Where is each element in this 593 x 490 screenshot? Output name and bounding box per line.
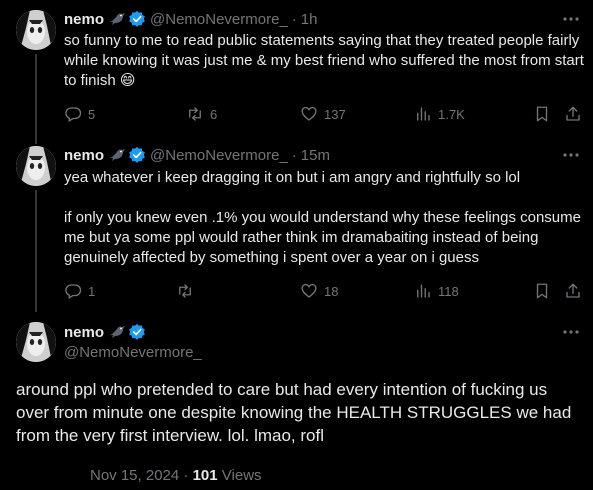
reply-icon xyxy=(65,284,82,299)
bird-emoji-icon xyxy=(108,147,126,163)
repost-icon xyxy=(189,107,201,121)
author-name[interactable]: nemo xyxy=(64,147,104,164)
verified-badge-icon[interactable] xyxy=(128,146,146,164)
reply-icon xyxy=(65,107,82,122)
more-options-icon[interactable] xyxy=(561,322,581,342)
bookmark-button[interactable] xyxy=(533,105,551,123)
verified-badge-icon[interactable] xyxy=(128,323,146,341)
avatar-image-icon xyxy=(16,146,56,186)
repost-button[interactable]: 6 xyxy=(186,105,217,123)
reply-count: 1 xyxy=(88,283,96,299)
timestamp[interactable]: 1h xyxy=(301,11,318,28)
avatar[interactable] xyxy=(16,322,56,362)
share-icon xyxy=(566,106,580,121)
author-name[interactable]: nemo xyxy=(64,11,104,28)
post-date[interactable]: Nov 15, 2024 xyxy=(90,467,179,484)
tweet-meta: Nov 15, 2024 · 101 Views xyxy=(90,467,262,484)
tweet-header: nemo @NemoNevermore_ · 15m xyxy=(64,145,330,165)
views-button[interactable]: 1.7K xyxy=(414,105,465,123)
author-handle[interactable]: @NemoNevermore_ xyxy=(150,147,288,164)
tweet-header: nemo @NemoNevermore_ · 1h xyxy=(64,9,317,29)
heart-icon xyxy=(301,283,317,298)
main-tweet-text: around ppl who pretended to care but had… xyxy=(16,380,572,445)
avatar-image-icon xyxy=(16,322,56,362)
author-name[interactable]: nemo xyxy=(64,324,104,341)
reply-count: 5 xyxy=(88,106,96,122)
reply-button[interactable]: 5 xyxy=(64,105,95,123)
thread-line xyxy=(35,54,37,144)
views-count: 118 xyxy=(438,283,459,299)
action-bar: 5 6 137 1.7K xyxy=(56,104,586,124)
bird-emoji-icon xyxy=(108,11,126,27)
separator-dot: · xyxy=(183,467,189,484)
repost-button[interactable] xyxy=(176,282,200,300)
more-options-icon[interactable] xyxy=(561,145,581,165)
bookmark-button[interactable] xyxy=(533,282,551,300)
avatar-image-icon xyxy=(16,10,56,50)
avatar[interactable] xyxy=(16,10,56,50)
bookmark-icon xyxy=(536,283,548,299)
thread-line xyxy=(35,190,37,312)
avatar[interactable] xyxy=(16,146,56,186)
verified-badge-icon[interactable] xyxy=(128,10,146,28)
timestamp[interactable]: 15m xyxy=(301,147,330,164)
more-options-icon[interactable] xyxy=(561,9,581,29)
like-count: 137 xyxy=(324,106,346,122)
like-count: 18 xyxy=(324,283,339,299)
author-handle[interactable]: @NemoNevermore_ xyxy=(64,344,202,361)
bird-emoji-icon xyxy=(108,324,126,340)
main-author-row: nemo xyxy=(64,322,146,342)
bookmark-icon xyxy=(536,106,548,122)
share-button[interactable] xyxy=(564,282,582,300)
share-button[interactable] xyxy=(564,105,582,123)
views-chart-icon xyxy=(417,284,430,298)
separator-dot: · xyxy=(291,146,297,164)
separator-dot: · xyxy=(291,10,297,28)
heart-icon xyxy=(301,106,317,121)
author-handle[interactable]: @NemoNevermore_ xyxy=(150,11,288,28)
repost-icon xyxy=(179,284,191,298)
views-button[interactable]: 118 xyxy=(414,282,459,300)
like-button[interactable]: 137 xyxy=(300,105,346,123)
reply-button[interactable]: 1 xyxy=(64,282,95,300)
tweet-text: yea whatever i keep dragging it on but i… xyxy=(64,169,581,266)
repost-count: 6 xyxy=(210,106,218,122)
views-label: Views xyxy=(221,467,262,484)
views-count: 1.7K xyxy=(438,106,465,122)
views-count: 101 xyxy=(192,467,218,484)
like-button[interactable]: 18 xyxy=(300,282,338,300)
views-chart-icon xyxy=(417,107,430,121)
action-bar: 1 18 118 xyxy=(56,281,586,301)
share-icon xyxy=(566,283,580,298)
tweet-text: so funny to me to read public statements… xyxy=(64,32,589,89)
